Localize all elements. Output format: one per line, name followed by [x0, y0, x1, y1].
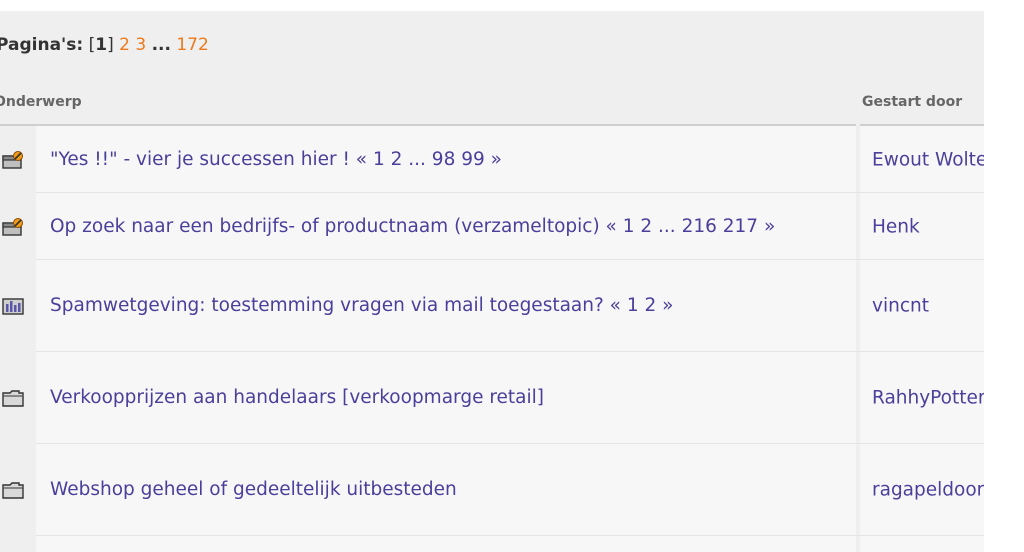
topic-title-link[interactable]: "Yes !!" - vier je successen hier ! « 1 … [50, 149, 836, 171]
topic-icon-cell [0, 444, 36, 536]
topic-subject-cell: "Yes !!" - vier je successen hier ! « 1 … [36, 126, 856, 193]
topic-starter-link[interactable]: Ewout Wolters [872, 149, 984, 170]
topic-row: Verkoopprijzen aan handelaars [verkoopma… [0, 352, 984, 444]
pagination-page-link[interactable]: 2 [119, 35, 130, 55]
column-header-subject[interactable]: Onderwerp [0, 94, 82, 110]
topic-starter-link[interactable]: vincnt [872, 296, 929, 317]
topic-starter-cell: Ewout Wolters [860, 126, 984, 193]
topic-title-link[interactable]: Op zoek naar een bedrijfs- of productnaa… [50, 216, 836, 238]
topic-starter-cell: Henk [860, 193, 984, 260]
pagination-label: Pagina's: [0, 35, 84, 55]
topic-row: Op zoek naar een bedrijfs- of productnaa… [0, 193, 984, 260]
hot-topic-icon [2, 217, 23, 236]
poll-icon [2, 298, 24, 315]
topic-starter-cell: ragapeldoorn [860, 444, 984, 536]
folder-icon [2, 390, 24, 407]
topic-title-link[interactable]: Webshop geheel of gedeeltelijk uitbested… [50, 479, 836, 501]
topic-title-link[interactable]: Verkoopprijzen aan handelaars [verkoopma… [50, 387, 836, 409]
pagination-current-page: 1 [95, 35, 108, 55]
hot-topic-icon [2, 150, 23, 169]
topic-starter-cell [860, 536, 984, 552]
topic-subject-cell [36, 536, 856, 552]
topic-row: "Yes !!" - vier je successen hier ! « 1 … [0, 126, 984, 193]
topic-row [0, 536, 984, 552]
topic-icon-cell [0, 260, 36, 352]
topic-icon-cell [0, 352, 36, 444]
column-header-started-by[interactable]: Gestart door [862, 94, 962, 110]
topic-subject-cell: Op zoek naar een bedrijfs- of productnaa… [36, 193, 856, 260]
topic-subject-cell: Verkoopprijzen aan handelaars [verkoopma… [36, 352, 856, 444]
topic-icon-cell [0, 126, 36, 193]
topic-starter-link[interactable]: ragapeldoorn [872, 480, 984, 501]
topic-starter-link[interactable]: RahhyPotter [872, 388, 984, 409]
topic-row: Webshop geheel of gedeeltelijk uitbested… [0, 444, 984, 536]
topic-title-link[interactable]: Spamwetgeving: toestemming vragen via ma… [50, 295, 836, 317]
topic-subject-cell: Spamwetgeving: toestemming vragen via ma… [36, 260, 856, 352]
topic-subject-cell: Webshop geheel of gedeeltelijk uitbested… [36, 444, 856, 536]
topic-icon-cell [0, 536, 36, 552]
topic-row: Spamwetgeving: toestemming vragen via ma… [0, 260, 984, 352]
pagination: Pagina's: [1] 2 3 ... 172 [0, 35, 209, 55]
folder-icon [2, 482, 24, 499]
pagination-last-page-link[interactable]: 172 [176, 35, 208, 55]
pagination-close-bracket: ] [107, 35, 114, 55]
topic-icon-cell [0, 193, 36, 260]
topic-starter-cell: vincnt [860, 260, 984, 352]
topic-starter-cell: RahhyPotter [860, 352, 984, 444]
pagination-ellipsis: ... [151, 35, 171, 55]
topic-starter-link[interactable]: Henk [872, 216, 920, 237]
pagination-page-link[interactable]: 3 [135, 35, 146, 55]
